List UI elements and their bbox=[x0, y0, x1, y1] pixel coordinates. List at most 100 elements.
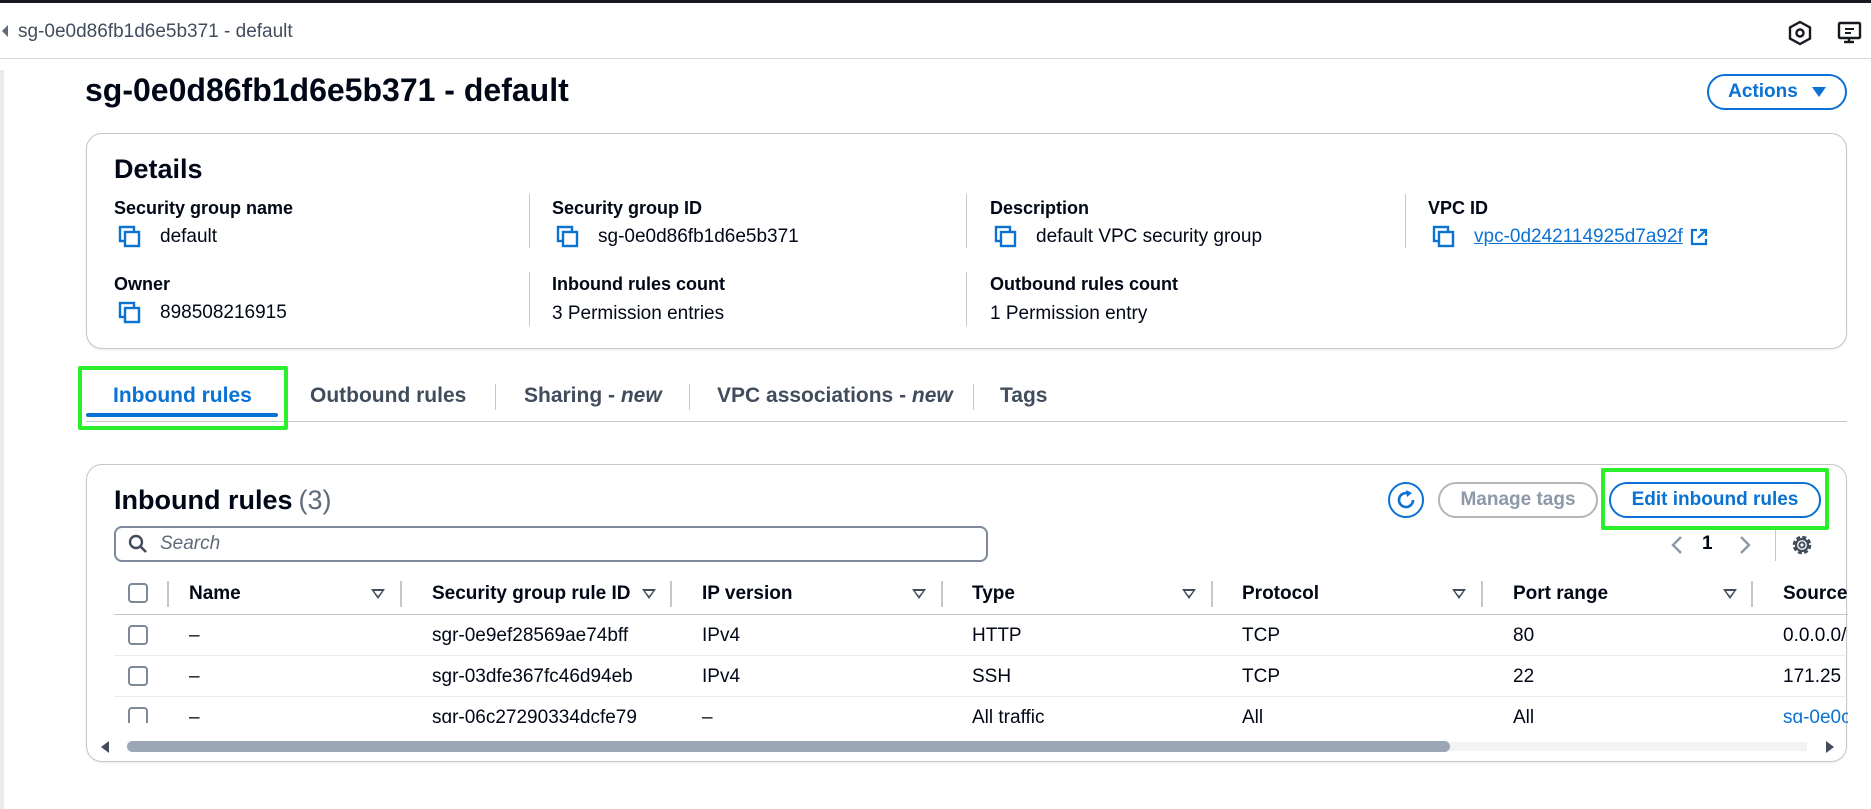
field-security-group-name: Security group name default bbox=[114, 198, 293, 249]
pagination-prev-icon[interactable] bbox=[1667, 533, 1687, 557]
cell-source-link[interactable]: sg-0e0c bbox=[1783, 707, 1848, 723]
column-resizer[interactable] bbox=[1481, 581, 1483, 607]
select-all-checkbox[interactable] bbox=[128, 583, 148, 603]
cell-port-range: 80 bbox=[1513, 625, 1535, 646]
field-label: VPC ID bbox=[1428, 198, 1489, 218]
cell-protocol: TCP bbox=[1242, 625, 1280, 646]
field-outbound-rules-count: Outbound rules count 1 Permission entry bbox=[990, 274, 1178, 325]
tab-vpc-associations-new: new bbox=[911, 384, 953, 407]
table-row[interactable]: – sgr-0e9ef28569ae74bff IPv4 HTTP TCP 80… bbox=[114, 615, 1848, 656]
field-value: default VPC security group bbox=[990, 225, 1262, 249]
horizontal-scrollbar[interactable] bbox=[101, 738, 1834, 754]
cell-ip-version: IPv4 bbox=[702, 666, 741, 687]
col-header-protocol[interactable]: Protocol bbox=[1242, 583, 1319, 605]
scroll-left-icon[interactable] bbox=[101, 741, 109, 753]
sg-id-value: sg-0e0d86fb1d6e5b371 bbox=[598, 226, 799, 247]
scroll-right-icon[interactable] bbox=[1826, 741, 1834, 753]
field-inbound-rules-count: Inbound rules count 3 Permission entries bbox=[552, 274, 725, 325]
column-resizer[interactable] bbox=[941, 581, 943, 607]
cell-name: – bbox=[189, 666, 200, 687]
column-resizer[interactable] bbox=[1211, 581, 1213, 607]
pagination-next-icon[interactable] bbox=[1735, 533, 1755, 557]
row-checkbox[interactable] bbox=[128, 625, 148, 645]
tab-vpc-associations[interactable]: VPC associations - new bbox=[717, 384, 953, 408]
tab-inbound-rules[interactable]: Inbound rules bbox=[113, 384, 252, 408]
field-value: sg-0e0d86fb1d6e5b371 bbox=[552, 225, 799, 249]
table-row[interactable]: – sgr-06c27290334dcfe79 – All traffic Al… bbox=[114, 697, 1848, 723]
tab-sharing[interactable]: Sharing - new bbox=[524, 384, 662, 408]
sort-icon[interactable] bbox=[1452, 589, 1466, 599]
sort-icon[interactable] bbox=[1723, 589, 1737, 599]
scroll-thumb[interactable] bbox=[127, 741, 1450, 752]
copy-icon[interactable] bbox=[556, 225, 580, 249]
field-description: Description default VPC security group bbox=[990, 198, 1262, 249]
search-field[interactable] bbox=[114, 526, 988, 562]
column-resizer[interactable] bbox=[167, 581, 169, 607]
page-title: sg-0e0d86fb1d6e5b371 - default bbox=[85, 72, 569, 108]
field-label: Security group name bbox=[114, 198, 294, 218]
details-card: Details Security group name default Owne… bbox=[86, 133, 1847, 349]
copy-icon[interactable] bbox=[1432, 225, 1456, 249]
tab-divider bbox=[689, 384, 690, 410]
cell-source: 0.0.0.0/ bbox=[1783, 625, 1847, 646]
sort-icon[interactable] bbox=[642, 589, 656, 599]
col-header-rule-id[interactable]: Security group rule ID bbox=[432, 583, 630, 605]
feedback-icon[interactable] bbox=[1837, 20, 1863, 46]
cell-protocol: All bbox=[1242, 707, 1264, 723]
cell-type: HTTP bbox=[972, 625, 1022, 646]
collapse-caret-icon[interactable] bbox=[2, 25, 8, 37]
gear-icon[interactable] bbox=[1787, 530, 1817, 560]
search-icon bbox=[128, 534, 147, 553]
refresh-button[interactable] bbox=[1388, 482, 1424, 518]
copy-icon[interactable] bbox=[118, 301, 142, 325]
field-label: Description bbox=[990, 198, 1090, 218]
column-resizer[interactable] bbox=[400, 581, 402, 607]
field-label: Owner bbox=[114, 274, 171, 294]
tab-outbound-rules[interactable]: Outbound rules bbox=[310, 384, 466, 408]
inbound-rules-table: Name Security group rule ID IP version T… bbox=[114, 573, 1848, 723]
field-owner: Owner 898508216915 bbox=[114, 274, 287, 325]
column-resizer[interactable] bbox=[1751, 581, 1753, 607]
sort-icon[interactable] bbox=[912, 589, 926, 599]
inbound-count-value: 3 Permission entries bbox=[552, 303, 725, 324]
copy-icon[interactable] bbox=[118, 225, 142, 249]
manage-tags-button[interactable]: Manage tags bbox=[1438, 482, 1598, 518]
cell-source: 171.25 bbox=[1783, 666, 1842, 687]
cell-rule-id: sgr-03dfe367fc46d94eb bbox=[432, 666, 633, 687]
active-tab-indicator bbox=[86, 413, 278, 417]
col-header-type[interactable]: Type bbox=[972, 583, 1015, 605]
divider bbox=[1405, 194, 1406, 248]
settings-hex-icon[interactable] bbox=[1787, 20, 1813, 46]
sort-icon[interactable] bbox=[371, 589, 385, 599]
external-link-icon[interactable] bbox=[1689, 227, 1709, 247]
outbound-count-value: 1 Permission entry bbox=[990, 303, 1148, 324]
sort-icon[interactable] bbox=[1182, 589, 1196, 599]
cell-type: All traffic bbox=[972, 707, 1045, 723]
top-bar: sg-0e0d86fb1d6e5b371 - default bbox=[0, 3, 1871, 59]
divider bbox=[529, 194, 530, 248]
inbound-rules-card: Inbound rules (3) Manage tags Edit inboun… bbox=[86, 464, 1848, 762]
actions-button-label: Actions bbox=[1728, 81, 1798, 102]
pagination-page-number[interactable]: 1 bbox=[1702, 533, 1713, 555]
row-checkbox[interactable] bbox=[128, 707, 148, 723]
left-scroll-rail[interactable] bbox=[0, 70, 4, 809]
table-row[interactable]: – sgr-03dfe367fc46d94eb IPv4 SSH TCP 22 … bbox=[114, 656, 1848, 697]
field-label: Inbound rules count bbox=[552, 274, 725, 294]
row-checkbox[interactable] bbox=[128, 666, 148, 686]
owner-value: 898508216915 bbox=[160, 302, 287, 323]
vpc-id-link[interactable]: vpc-0d242114925d7a92f bbox=[1474, 226, 1683, 248]
col-header-ip-version[interactable]: IP version bbox=[702, 583, 792, 605]
copy-icon[interactable] bbox=[994, 225, 1018, 249]
column-resizer[interactable] bbox=[670, 581, 672, 607]
col-header-name[interactable]: Name bbox=[189, 583, 241, 605]
col-header-port-range[interactable]: Port range bbox=[1513, 583, 1608, 605]
tab-tags[interactable]: Tags bbox=[1000, 384, 1047, 408]
col-header-source[interactable]: Source bbox=[1783, 583, 1847, 605]
field-value: vpc-0d242114925d7a92f bbox=[1428, 225, 1709, 249]
edit-inbound-rules-button[interactable]: Edit inbound rules bbox=[1609, 482, 1821, 518]
cell-port-range: 22 bbox=[1513, 666, 1535, 687]
description-value: default VPC security group bbox=[1036, 226, 1263, 247]
cell-rule-id: sgr-06c27290334dcfe79 bbox=[432, 707, 637, 723]
search-input[interactable] bbox=[158, 532, 958, 556]
actions-button[interactable]: Actions bbox=[1707, 74, 1847, 110]
